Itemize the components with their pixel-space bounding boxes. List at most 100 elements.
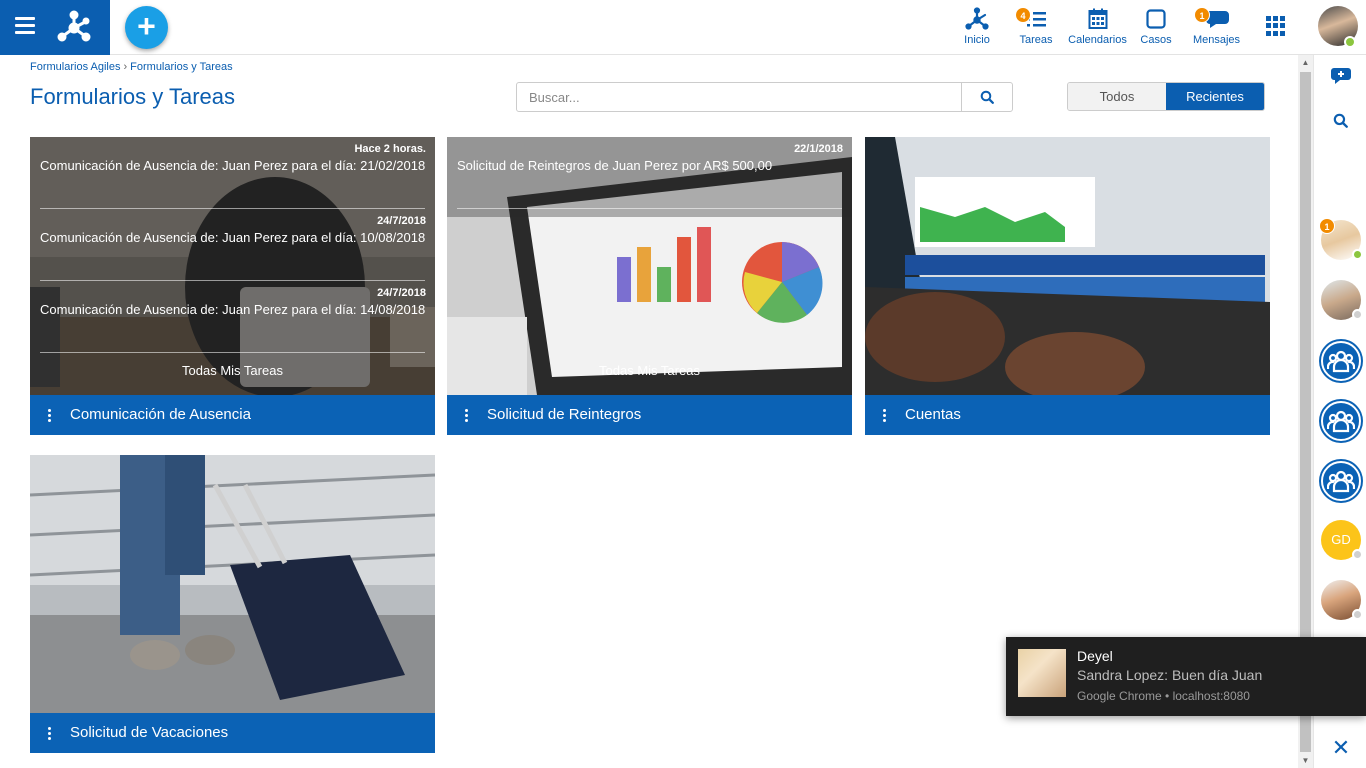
card-solicitud-reintegros: 22/1/2018 Solicitud de Reintegros de Jua…: [447, 137, 852, 435]
scroll-down-arrow[interactable]: ▼: [1298, 753, 1313, 768]
square-icon: [1146, 9, 1166, 29]
card-title: Solicitud de Vacaciones: [70, 724, 229, 741]
new-chat-button[interactable]: [1314, 61, 1366, 91]
nav-casos[interactable]: Casos: [1138, 6, 1174, 46]
all-tasks-link[interactable]: Todas Mis Tareas: [30, 363, 435, 378]
task-date: 24/7/2018: [377, 287, 426, 299]
task-date: 22/1/2018: [794, 143, 843, 155]
notification-app: Deyel: [1077, 648, 1113, 664]
divider: [457, 208, 842, 209]
card-footer[interactable]: Solicitud de Vacaciones: [30, 713, 435, 753]
divider: [40, 280, 425, 281]
kebab-menu-icon[interactable]: [48, 409, 52, 422]
kebab-menu-icon[interactable]: [465, 409, 469, 422]
search-icon: [1333, 113, 1348, 128]
messages-badge: 1: [1194, 7, 1210, 23]
card-footer[interactable]: Comunicación de Ausencia: [30, 395, 435, 435]
calendar-icon: [1088, 8, 1107, 29]
tasks-badge: 4: [1015, 7, 1031, 23]
task-item[interactable]: Hace 2 horas. Comunicación de Ausencia d…: [40, 143, 426, 173]
card-footer[interactable]: Solicitud de Reintegros: [447, 395, 852, 435]
nav-calendarios[interactable]: Calendarios: [1067, 6, 1128, 46]
search-button[interactable]: [961, 83, 1012, 111]
card-title: Solicitud de Reintegros: [487, 406, 642, 423]
apps-grid-icon[interactable]: [1266, 16, 1286, 36]
all-tasks-link[interactable]: Todas Mis Tareas: [447, 363, 852, 378]
traveler-luggage-photo: [30, 455, 435, 713]
search-input[interactable]: [517, 83, 963, 111]
desktop-notification[interactable]: Deyel Sandra Lopez: Buen día Juan Google…: [1006, 637, 1366, 716]
divider: [40, 208, 425, 209]
card-footer[interactable]: Cuentas: [865, 395, 1270, 435]
task-text: Comunicación de Ausencia de: Juan Perez …: [40, 302, 426, 317]
kebab-menu-icon[interactable]: [883, 409, 887, 422]
nav-mensajes[interactable]: 1 Mensajes: [1190, 6, 1243, 46]
sidebar-search-button[interactable]: [1314, 105, 1366, 135]
task-item[interactable]: 24/7/2018 Comunicación de Ausencia de: J…: [40, 215, 426, 245]
nav-mensajes-label: Mensajes: [1192, 34, 1241, 46]
notification-source: Google Chrome • localhost:8080: [1077, 689, 1250, 703]
kebab-menu-icon[interactable]: [48, 727, 52, 740]
toggle-todos[interactable]: Todos: [1068, 83, 1166, 110]
top-bar: + Inicio 4 Tareas Calendarios Casos 1 Me…: [0, 0, 1366, 55]
task-text: Comunicación de Ausencia de: Juan Perez …: [40, 158, 426, 173]
contact-avatar-initials[interactable]: GD: [1321, 520, 1363, 560]
card-title: Comunicación de Ausencia: [70, 406, 251, 423]
scroll-up-arrow[interactable]: ▲: [1298, 55, 1313, 70]
nav-inicio-label: Inicio: [964, 34, 990, 46]
breadcrumb-separator: ›: [123, 61, 128, 73]
search-box: [516, 82, 1013, 112]
add-button[interactable]: +: [125, 6, 168, 49]
group-avatar[interactable]: [1321, 461, 1361, 501]
card-solicitud-vacaciones: Solicitud de Vacaciones: [30, 455, 435, 753]
task-item[interactable]: 24/7/2018 Comunicación de Ausencia de: J…: [40, 287, 426, 317]
card-image: [30, 455, 435, 713]
offline-status-dot: [1352, 309, 1363, 320]
breadcrumb: Formularios Agiles › Formularios y Tareas: [30, 61, 233, 73]
task-text: Comunicación de Ausencia de: Juan Perez …: [40, 230, 426, 245]
card-cuentas: Cuentas: [865, 137, 1270, 435]
group-users-icon: [1327, 410, 1355, 433]
offline-status-dot: [1352, 609, 1363, 620]
contact-avatar[interactable]: [1321, 580, 1363, 620]
breadcrumb-item[interactable]: Formularios Agiles: [30, 61, 120, 73]
task-item[interactable]: 22/1/2018 Solicitud de Reintegros de Jua…: [457, 143, 843, 173]
contact-avatar[interactable]: 1: [1319, 218, 1363, 260]
view-toggle: Todos Recientes: [1067, 82, 1265, 111]
card-image: Hace 2 horas. Comunicación de Ausencia d…: [30, 137, 435, 395]
nav-tareas-label: Tareas: [1019, 34, 1053, 46]
contact-avatar[interactable]: [1321, 280, 1363, 320]
card-comunicacion-ausencia: Hace 2 horas. Comunicación de Ausencia d…: [30, 137, 435, 435]
card-image: 22/1/2018 Solicitud de Reintegros de Jua…: [447, 137, 852, 395]
card-image: [865, 137, 1270, 395]
task-text: Solicitud de Reintegros de Juan Perez po…: [457, 158, 773, 173]
nav-tareas[interactable]: 4 Tareas: [1015, 6, 1055, 46]
hamburger-menu-icon[interactable]: [15, 17, 35, 35]
chat-add-icon: [1330, 68, 1351, 84]
offline-status-dot: [1352, 549, 1363, 560]
user-online-status: [1344, 36, 1356, 48]
close-icon[interactable]: ✕: [1330, 737, 1352, 759]
laptop-typing-photo: [865, 137, 1270, 395]
task-date: 24/7/2018: [377, 215, 426, 227]
nav-inicio[interactable]: Inicio: [958, 6, 996, 46]
card-title: Cuentas: [905, 406, 961, 423]
notification-avatar: [1018, 649, 1066, 697]
group-avatar[interactable]: [1321, 401, 1361, 441]
contact-badge: 1: [1319, 218, 1335, 234]
deyel-logo-icon[interactable]: [55, 8, 93, 46]
toggle-recientes[interactable]: Recientes: [1166, 83, 1264, 110]
notification-message: Sandra Lopez: Buen día Juan: [1077, 667, 1263, 683]
search-icon: [980, 90, 994, 104]
brand-panel: [0, 0, 110, 55]
nav-calendarios-label: Calendarios: [1068, 34, 1127, 46]
group-avatar[interactable]: [1321, 341, 1361, 381]
divider: [40, 352, 425, 353]
task-date: Hace 2 horas.: [354, 143, 426, 155]
online-status-dot: [1352, 249, 1363, 260]
group-users-icon: [1327, 350, 1355, 373]
page-title: Formularios y Tareas: [30, 84, 235, 109]
home-network-icon: [965, 7, 989, 30]
group-users-icon: [1327, 470, 1355, 493]
breadcrumb-item[interactable]: Formularios y Tareas: [130, 61, 233, 73]
